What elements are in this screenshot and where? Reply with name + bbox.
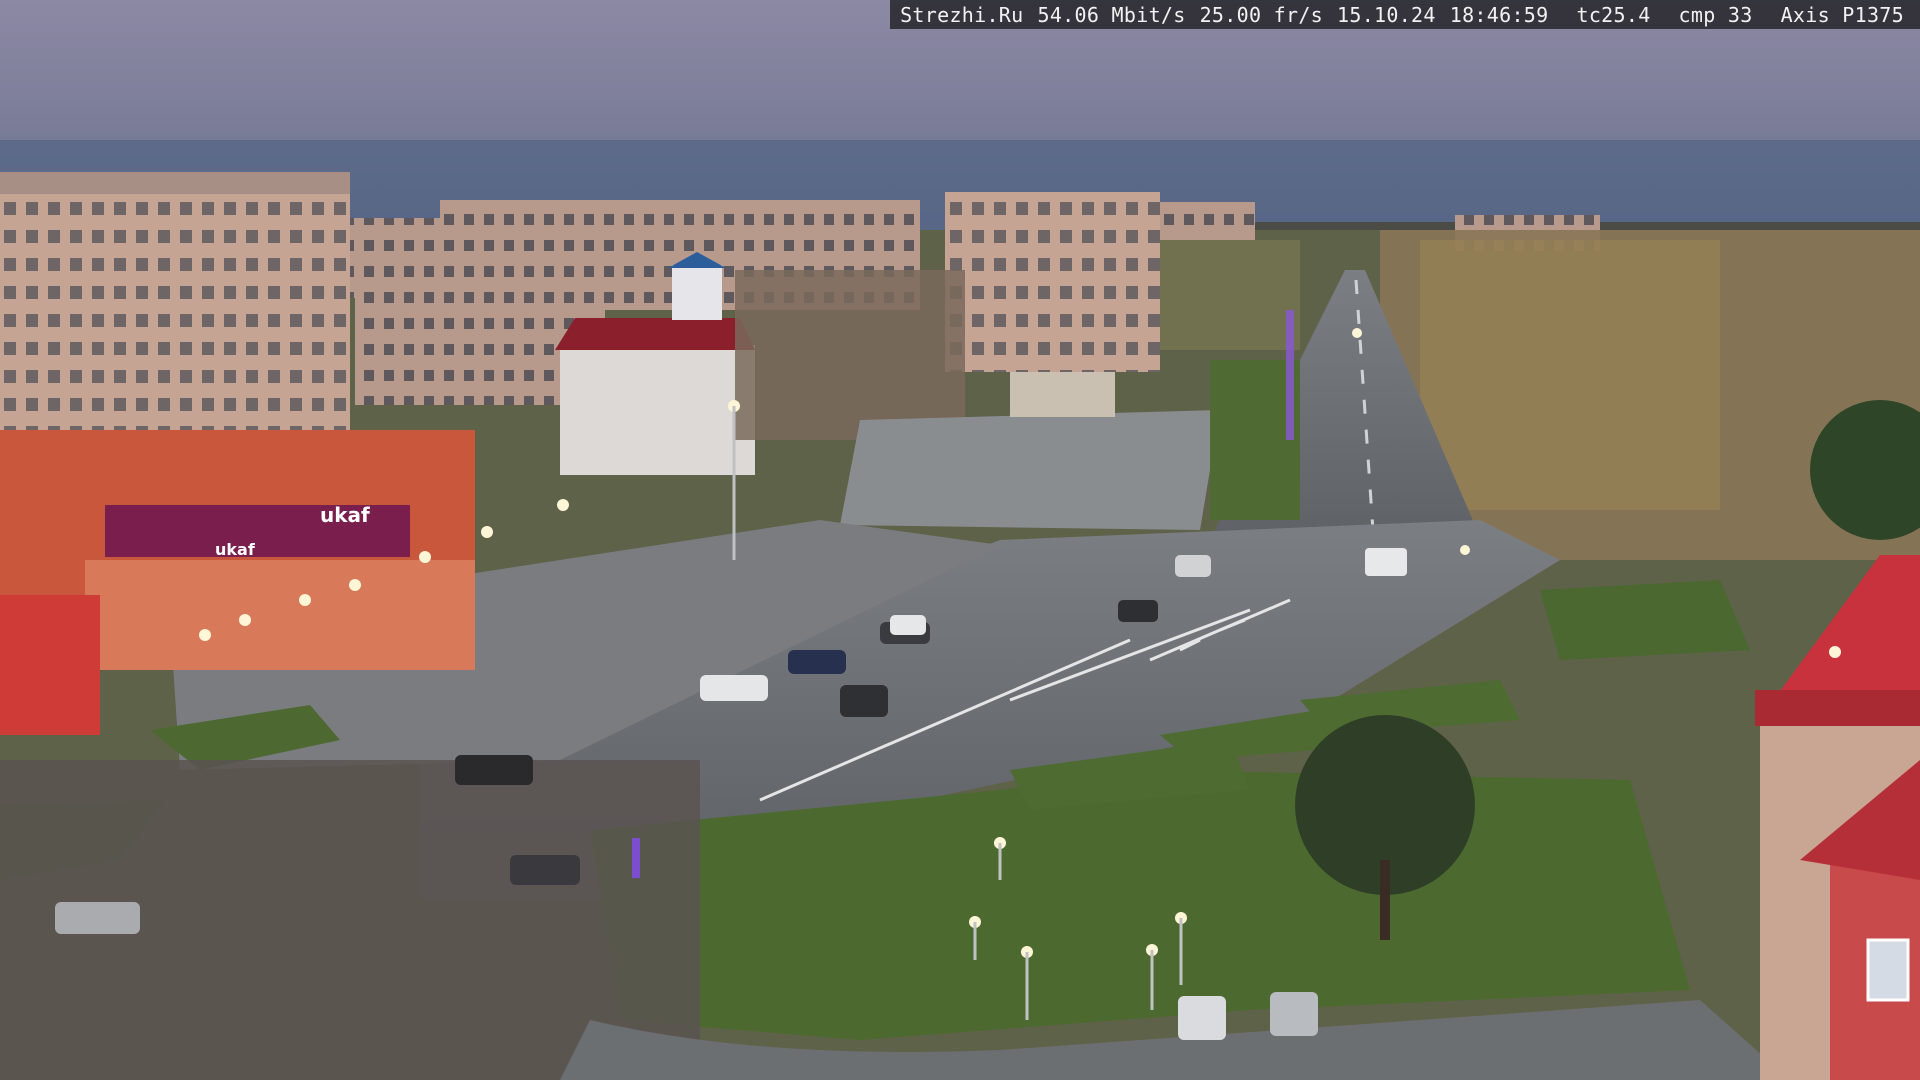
date-label: 15.10.24 (1337, 2, 1436, 27)
plaza (840, 410, 1220, 530)
tree-band-center (735, 270, 965, 440)
apartment-tower-center (945, 192, 1160, 372)
camera-frame: ukaf ukaf Strezhi.Ru 54.06 Mbit/s 25.00 … (0, 0, 1920, 1080)
street-scene: ukaf ukaf (0, 0, 1920, 1080)
red-roof (555, 318, 755, 350)
holiday-lights-avenue (1286, 310, 1294, 440)
building-white-red-roof (560, 345, 755, 475)
site-label: Strezhi.Ru (900, 2, 1024, 27)
overlay-group-main: Strezhi.Ru 54.06 Mbit/s 25.00 fr/s 15.10… (900, 3, 1548, 27)
car-silver-left (55, 902, 140, 934)
car-dark-1 (455, 755, 533, 785)
camera-model-label: Axis P1375 (1780, 2, 1904, 27)
car-dark-2 (510, 855, 580, 885)
plaza-building (1010, 372, 1115, 417)
red-tower-roof-band (1755, 690, 1920, 726)
bitrate-label: 54.06 Mbit/s (1037, 2, 1186, 27)
time-label: 18:46:59 (1449, 2, 1549, 27)
car-dark-center (840, 685, 888, 717)
apartment-roof-left (0, 172, 350, 194)
camera-info-overlay: Strezhi.Ru 54.06 Mbit/s 25.00 fr/s 15.10… (890, 0, 1920, 29)
lawn-right-island (1540, 580, 1750, 660)
bus-white (1365, 548, 1407, 576)
tc-label: tc25.4 (1576, 2, 1651, 27)
tree-band-center-right (1160, 240, 1300, 350)
framerate-label: 25.00 fr/s (1199, 2, 1324, 27)
store-corner-red (0, 595, 100, 735)
red-tower-window (1866, 938, 1910, 1002)
car-white-2 (890, 615, 926, 635)
tree-band-right-yellow (1420, 240, 1720, 510)
store-lower-wall (85, 560, 475, 670)
store-sign-secondary: ukaf (215, 540, 256, 559)
tower-small-blue-roof (672, 265, 722, 320)
holiday-lights-left (632, 838, 640, 878)
car-silver-bottom (1270, 992, 1318, 1036)
car-navy (788, 650, 846, 674)
car-dark-intersection (1118, 600, 1158, 622)
car-silver-intersection (1175, 555, 1211, 577)
car-white-bottom (1178, 996, 1226, 1040)
store-sign-main: ukaf (320, 503, 370, 527)
car-white-center (700, 675, 768, 701)
pine-trunk (1380, 860, 1390, 940)
cmp-label: cmp 33 (1678, 2, 1753, 27)
